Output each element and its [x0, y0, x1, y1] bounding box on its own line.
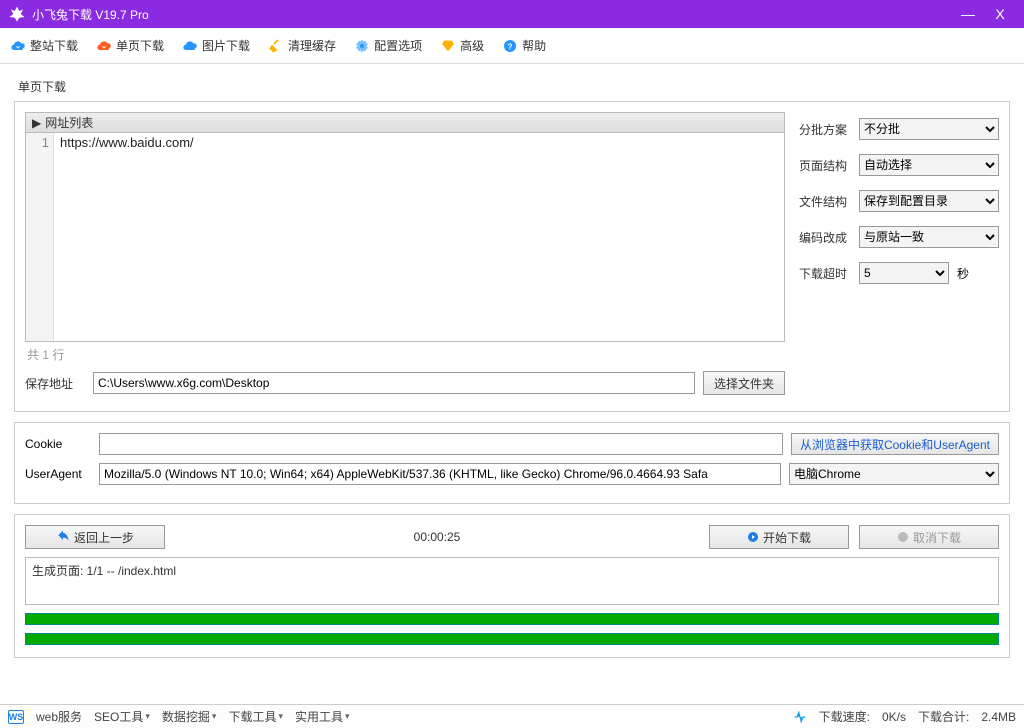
- app-logo-icon: [8, 5, 26, 23]
- help-icon: ?: [502, 38, 518, 54]
- main-panel: ▶ 网址列表 1 https://www.baidu.com/ 共 1 行 保存…: [14, 101, 1010, 412]
- svg-text:?: ?: [508, 42, 513, 51]
- status-util-tools[interactable]: 实用工具▾: [295, 708, 350, 725]
- undo-icon: [56, 530, 70, 544]
- fetch-cookie-button[interactable]: 从浏览器中获取Cookie和UserAgent: [791, 433, 999, 455]
- log-line: 生成页面: 1/1 -- /index.html: [32, 562, 992, 579]
- play-icon: [747, 531, 759, 543]
- close-button[interactable]: X: [984, 6, 1016, 22]
- page-struct-select[interactable]: 自动选择: [859, 154, 999, 176]
- speed-value: 0K/s: [882, 710, 906, 724]
- ua-input[interactable]: [99, 463, 781, 485]
- status-download-tools[interactable]: 下载工具▾: [228, 708, 283, 725]
- status-data-mining[interactable]: 数据挖掘▾: [162, 708, 217, 725]
- section-title: 单页下载: [18, 78, 1010, 95]
- cookie-input[interactable]: [99, 433, 783, 455]
- save-path-input[interactable]: [93, 372, 695, 394]
- toolbar: 整站下载 单页下载 图片下载 清理缓存 配置选项 高级 ?帮助: [0, 28, 1024, 64]
- options-panel: 分批方案不分批 页面结构自动选择 文件结构保存到配置目录 编码改成与原站一致 下…: [799, 112, 999, 401]
- encoding-select[interactable]: 与原站一致: [859, 226, 999, 248]
- progress-bar-1: [25, 613, 999, 625]
- browse-folder-button[interactable]: 选择文件夹: [703, 371, 785, 395]
- file-struct-select[interactable]: 保存到配置目录: [859, 190, 999, 212]
- url-count: 共 1 行: [27, 346, 785, 363]
- toolbar-advanced[interactable]: 高级: [440, 37, 484, 54]
- timeout-select[interactable]: 5: [859, 262, 949, 284]
- url-list-box[interactable]: ▶ 网址列表 1 https://www.baidu.com/: [25, 112, 785, 342]
- timer-display: 00:00:25: [175, 530, 699, 544]
- toolbar-clear-cache[interactable]: 清理缓存: [268, 37, 336, 54]
- status-web-service[interactable]: web服务: [36, 708, 82, 725]
- cloud-down-red-icon: [96, 38, 112, 54]
- url-list-header: ▶ 网址列表: [26, 113, 784, 133]
- titlebar: 小飞兔下载 V19.7 Pro — X: [0, 0, 1024, 28]
- url-line[interactable]: https://www.baidu.com/: [54, 133, 784, 341]
- toolbar-page-download[interactable]: 单页下载: [96, 37, 164, 54]
- action-panel: 返回上一步 00:00:25 开始下载 取消下载 生成页面: 1/1 -- /i…: [14, 514, 1010, 658]
- cookie-label: Cookie: [25, 437, 91, 451]
- cookie-panel: Cookie 从浏览器中获取Cookie和UserAgent UserAgent…: [14, 422, 1010, 504]
- total-value: 2.4MB: [981, 710, 1016, 724]
- cancel-download-button[interactable]: 取消下载: [859, 525, 999, 549]
- diamond-icon: [440, 38, 456, 54]
- triangle-icon: ▶: [32, 116, 41, 130]
- ua-preset-select[interactable]: 电脑Chrome: [789, 463, 999, 485]
- toolbar-site-download[interactable]: 整站下载: [10, 37, 78, 54]
- progress-bar-2: [25, 633, 999, 645]
- start-download-button[interactable]: 开始下载: [709, 525, 849, 549]
- toolbar-config[interactable]: 配置选项: [354, 37, 422, 54]
- minimize-button[interactable]: —: [952, 6, 984, 22]
- stop-icon: [897, 531, 909, 543]
- speed-icon: [793, 710, 807, 724]
- save-path-label: 保存地址: [25, 375, 85, 392]
- batch-select[interactable]: 不分批: [859, 118, 999, 140]
- gear-icon: [354, 38, 370, 54]
- cloud-image-icon: [182, 38, 198, 54]
- statusbar: WS web服务 SEO工具▾ 数据挖掘▾ 下载工具▾ 实用工具▾ 下载速度: …: [0, 704, 1024, 728]
- log-output: 生成页面: 1/1 -- /index.html: [25, 557, 999, 605]
- toolbar-help[interactable]: ?帮助: [502, 37, 546, 54]
- line-gutter: 1: [26, 133, 54, 341]
- broom-icon: [268, 38, 284, 54]
- back-button[interactable]: 返回上一步: [25, 525, 165, 549]
- window-title: 小飞兔下载 V19.7 Pro: [32, 6, 952, 23]
- toolbar-image-download[interactable]: 图片下载: [182, 37, 250, 54]
- cloud-down-icon: [10, 38, 26, 54]
- status-seo-tools[interactable]: SEO工具▾: [94, 708, 150, 725]
- web-service-icon: WS: [8, 710, 24, 724]
- ua-label: UserAgent: [25, 467, 91, 481]
- speed-label: 下载速度:: [819, 708, 870, 725]
- total-label: 下载合计:: [918, 708, 969, 725]
